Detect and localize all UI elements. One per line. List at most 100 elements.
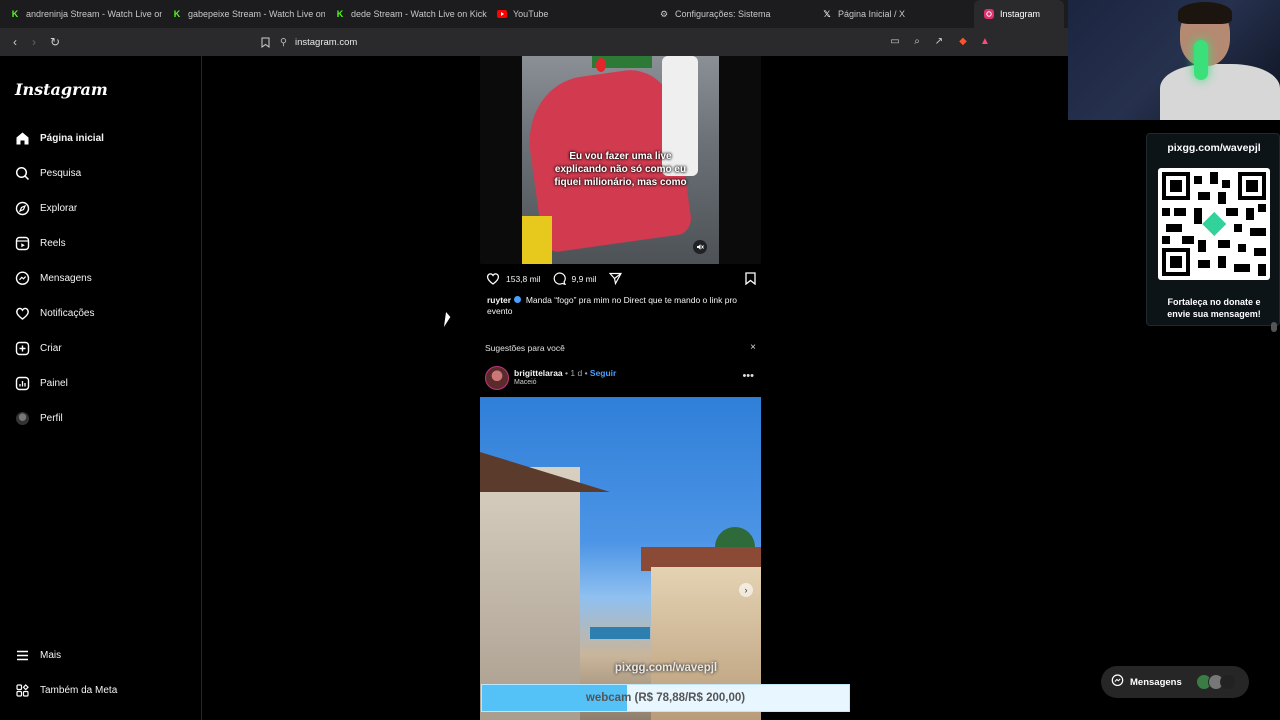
reload-icon[interactable]: ↻	[45, 32, 65, 52]
brave-rewards-icon[interactable]: ▲	[978, 34, 992, 48]
share-icon[interactable]: ↗	[932, 34, 946, 48]
tab-label: dede Stream - Watch Live on Kick	[351, 9, 487, 19]
share-icon[interactable]	[608, 272, 622, 287]
kick-icon: K	[11, 9, 19, 19]
sidebar-item-reels[interactable]: Reels	[14, 232, 66, 254]
tab-youtube[interactable]: YouTube	[487, 0, 649, 28]
post-username-line: brigittelaraa • 1 d • Seguir	[514, 368, 617, 378]
tab-label: Configurações: Sistema	[675, 9, 771, 19]
tab-settings[interactable]: ⚙ Configurações: Sistema	[649, 0, 812, 28]
sidebar-item-dashboard[interactable]: Painel	[14, 372, 68, 394]
sidebar-item-explore[interactable]: Explorar	[14, 197, 77, 219]
dashboard-icon	[14, 375, 30, 391]
sidebar-item-label: Notificações	[40, 307, 95, 319]
sidebar-item-notifications[interactable]: Notificações	[14, 302, 94, 324]
sidebar-item-label: Criar	[40, 342, 62, 354]
mute-icon[interactable]	[693, 240, 707, 254]
tab-dede[interactable]: K dede Stream - Watch Live on Kick	[325, 0, 487, 28]
sidebar-item-label: Explorar	[40, 202, 78, 214]
close-icon[interactable]: ×	[750, 342, 756, 353]
pix-url-overlay: pixgg.com/wavepjl	[614, 662, 718, 674]
post-actions: 153,8 mil 9,9 mil	[486, 270, 756, 288]
sidebar-item-profile[interactable]: Perfil	[14, 407, 63, 429]
instagram-sidebar: Instagram Página inicial Pesquisa Explor…	[0, 56, 202, 720]
cast-icon[interactable]: ▭	[888, 34, 902, 48]
carousel-next-icon[interactable]: ›	[739, 583, 753, 597]
kick-icon: K	[173, 9, 181, 19]
messenger-icon	[14, 270, 30, 286]
comment-count[interactable]: 9,9 mil	[572, 274, 597, 284]
comment-icon[interactable]	[553, 272, 566, 287]
instagram-logo[interactable]: Instagram	[15, 80, 108, 99]
photo-building-left	[480, 467, 580, 720]
streamer-webcam	[1068, 0, 1280, 120]
suggestions-header: Sugestões para você ×	[485, 342, 760, 355]
sidebar-item-meta[interactable]: Também da Meta	[14, 679, 117, 701]
post-video[interactable]: Eu vou fazer uma live explicando não só …	[480, 56, 761, 264]
more-options-icon[interactable]: •••	[742, 370, 754, 382]
like-icon[interactable]	[486, 272, 500, 287]
back-icon[interactable]: ‹	[5, 32, 25, 52]
suggested-post-header: brigittelaraa • 1 d • Seguir Maceió •••	[485, 364, 760, 390]
tab-instagram[interactable]: Instagram	[974, 0, 1064, 28]
tab-gabepeixe[interactable]: K gabepeixe Stream - Watch Live on K	[162, 0, 325, 28]
pix-cta-text: Fortaleça no donate e envie sua mensagem…	[1167, 297, 1261, 319]
reels-icon	[14, 235, 30, 251]
sidebar-item-label: Painel	[40, 377, 68, 389]
site-info-icon[interactable]: ⚲	[280, 37, 287, 48]
pix-donation-panel: pixgg.com/wavepjl Fortaleça no donate e …	[1146, 133, 1280, 326]
gear-icon: ⚙	[659, 8, 669, 19]
post-username[interactable]: brigittelaraa	[514, 368, 563, 378]
pix-title: pixgg.com/wavepjl	[1167, 142, 1261, 154]
sidebar-item-more[interactable]: Mais	[14, 644, 61, 666]
messages-label: Mensagens	[1130, 676, 1182, 688]
mouse-cursor	[443, 312, 452, 327]
messages-pill[interactable]: Mensagens	[1101, 666, 1249, 698]
sidebar-item-label: Mensagens	[40, 272, 92, 284]
video-frame: Eu vou fazer uma live explicando não só …	[522, 56, 719, 264]
youtube-icon	[497, 9, 507, 19]
sidebar-item-label: Pesquisa	[40, 167, 82, 179]
heart-icon	[14, 305, 30, 321]
tab-label: Página Inicial / X	[838, 9, 906, 19]
avatar[interactable]	[485, 366, 509, 390]
photo-roof-left	[480, 452, 610, 492]
post-author[interactable]: ruyter	[487, 295, 511, 305]
qr-code	[1158, 168, 1270, 280]
save-icon[interactable]	[745, 271, 756, 287]
tab-label: andreninja Stream - Watch Live on K	[26, 9, 162, 19]
meta-icon	[14, 682, 30, 698]
video-caption: Eu vou fazer uma live explicando não só …	[554, 151, 687, 188]
follow-button[interactable]: Seguir	[590, 368, 616, 378]
sidebar-item-messages[interactable]: Mensagens	[14, 267, 92, 289]
suggestions-title: Sugestões para você	[485, 343, 565, 353]
scrollbar-thumb[interactable]	[1271, 322, 1277, 332]
forward-icon[interactable]: ›	[24, 32, 44, 52]
search-icon	[14, 165, 30, 181]
tab-label: YouTube	[513, 9, 549, 19]
messenger-icon	[1111, 674, 1124, 690]
tab-x[interactable]: 𝕏 Página Inicial / X	[812, 0, 974, 28]
compass-icon	[14, 200, 30, 216]
kick-icon: K	[336, 9, 344, 19]
x-icon: 𝕏	[823, 8, 831, 19]
sidebar-item-home[interactable]: Página inicial	[14, 127, 104, 149]
sidebar-item-search[interactable]: Pesquisa	[14, 162, 81, 184]
brave-shield-icon[interactable]: ◆	[956, 34, 970, 48]
avatar-icon	[14, 410, 30, 426]
bookmark-icon[interactable]	[255, 32, 275, 52]
instagram-icon	[984, 9, 994, 19]
tab-label: Instagram	[1000, 9, 1041, 19]
home-icon	[14, 130, 30, 146]
post-location[interactable]: Maceió	[514, 379, 537, 386]
caption-text: Manda “fogo” pra mim no Direct que te ma…	[487, 295, 738, 316]
sidebar-item-label: Perfil	[40, 412, 63, 424]
screen: K andreninja Stream - Watch Live on K K …	[0, 0, 1280, 720]
browser-toolbar: ‹ › ↻ ⚲ instagram.com ▭ ⌕ ↗ ◆ ▲	[0, 28, 1070, 56]
sidebar-item-create[interactable]: Criar	[14, 337, 62, 359]
goal-text: webcam (R$ 78,88/R$ 200,00)	[585, 692, 746, 704]
zoom-icon[interactable]: ⌕	[910, 34, 924, 48]
like-count[interactable]: 153,8 mil	[506, 274, 541, 284]
verified-icon	[514, 296, 522, 303]
tab-andreninja[interactable]: K andreninja Stream - Watch Live on K	[0, 0, 162, 28]
